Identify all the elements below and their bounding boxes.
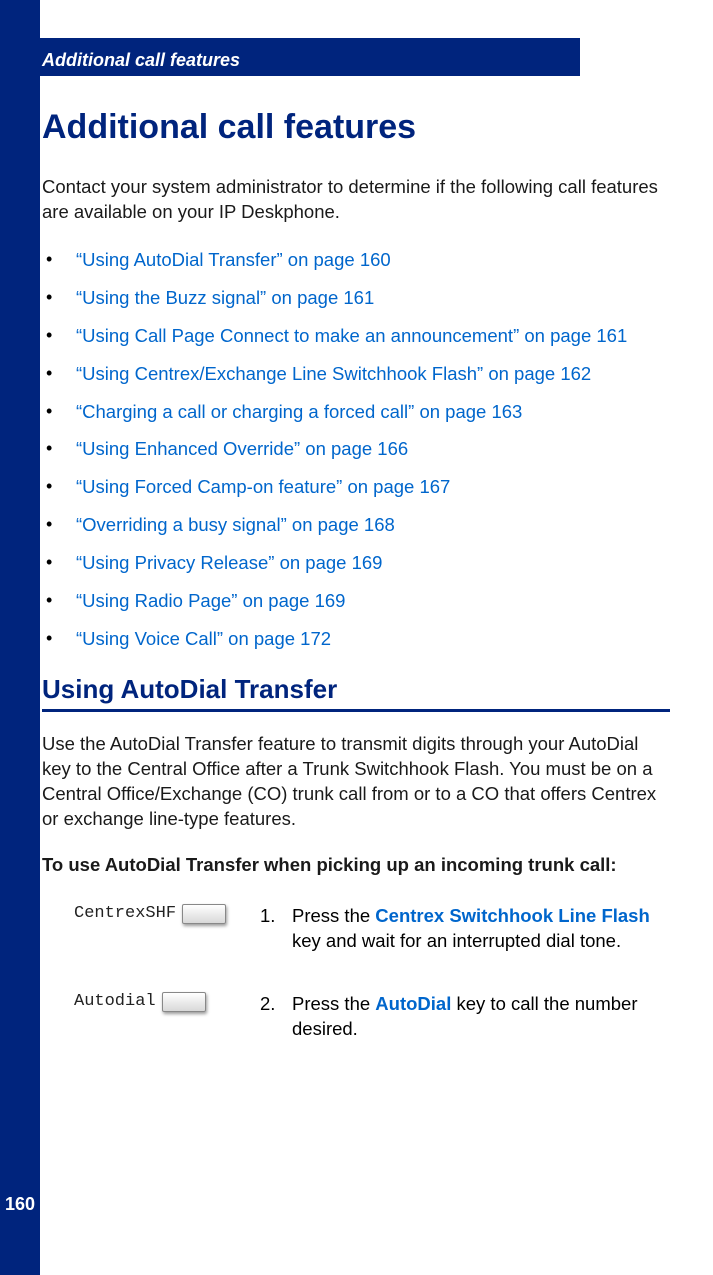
step-text-post: key and wait for an interrupted dial ton… bbox=[292, 930, 621, 951]
softkey-button-icon bbox=[162, 992, 206, 1012]
header-bar: Additional call features bbox=[0, 38, 580, 76]
softkey-label: CentrexSHF bbox=[74, 904, 176, 923]
step-emph: AutoDial bbox=[375, 993, 451, 1014]
list-item: “Using Privacy Release” on page 169 bbox=[42, 550, 670, 576]
step-emph: Centrex Switchhook Line Flash bbox=[375, 905, 649, 926]
page-content: Additional call features Contact your sy… bbox=[40, 88, 690, 1079]
step-row: CentrexSHF 1. Press the Centrex Switchho… bbox=[42, 904, 670, 954]
step-number: 2. bbox=[260, 992, 282, 1042]
section-body: Use the AutoDial Transfer feature to tra… bbox=[42, 732, 670, 832]
feature-link[interactable]: “Using Radio Page” on page 169 bbox=[76, 590, 345, 611]
list-item: “Using Call Page Connect to make an anno… bbox=[42, 323, 670, 349]
intro-paragraph: Contact your system administrator to det… bbox=[42, 175, 670, 225]
feature-link[interactable]: “Using the Buzz signal” on page 161 bbox=[76, 287, 374, 308]
step-row: Autodial 2. Press the AutoDial key to ca… bbox=[42, 992, 670, 1042]
list-item: “Overriding a busy signal” on page 168 bbox=[42, 512, 670, 538]
sidebar-stripe: 160 bbox=[0, 0, 40, 1275]
feature-link[interactable]: “Charging a call or charging a forced ca… bbox=[76, 401, 522, 422]
softkey-widget: Autodial bbox=[42, 992, 242, 1012]
list-item: “Using Forced Camp-on feature” on page 1… bbox=[42, 474, 670, 500]
feature-link[interactable]: “Using Call Page Connect to make an anno… bbox=[76, 325, 627, 346]
list-item: “Using AutoDial Transfer” on page 160 bbox=[42, 247, 670, 273]
list-item: “Using the Buzz signal” on page 161 bbox=[42, 285, 670, 311]
step-body: Press the AutoDial key to call the numbe… bbox=[292, 992, 670, 1042]
feature-link[interactable]: “Using Enhanced Override” on page 166 bbox=[76, 438, 408, 459]
feature-link[interactable]: “Using Centrex/Exchange Line Switchhook … bbox=[76, 363, 591, 384]
step-text: 1. Press the Centrex Switchhook Line Fla… bbox=[260, 904, 670, 954]
feature-link[interactable]: “Using Privacy Release” on page 169 bbox=[76, 552, 382, 573]
sub-instruction: To use AutoDial Transfer when picking up… bbox=[42, 854, 670, 876]
feature-link-list: “Using AutoDial Transfer” on page 160 “U… bbox=[42, 247, 670, 652]
feature-link[interactable]: “Using AutoDial Transfer” on page 160 bbox=[76, 249, 391, 270]
softkey-label: Autodial bbox=[74, 992, 156, 1011]
feature-link[interactable]: “Overriding a busy signal” on page 168 bbox=[76, 514, 395, 535]
feature-link[interactable]: “Using Voice Call” on page 172 bbox=[76, 628, 331, 649]
page-title: Additional call features bbox=[42, 108, 670, 147]
list-item: “Charging a call or charging a forced ca… bbox=[42, 399, 670, 425]
step-text-pre: Press the bbox=[292, 905, 375, 926]
step-text-pre: Press the bbox=[292, 993, 375, 1014]
softkey-button-icon bbox=[182, 904, 226, 924]
feature-link[interactable]: “Using Forced Camp-on feature” on page 1… bbox=[76, 476, 450, 497]
list-item: “Using Radio Page” on page 169 bbox=[42, 588, 670, 614]
section-title: Using AutoDial Transfer bbox=[42, 674, 670, 712]
list-item: “Using Enhanced Override” on page 166 bbox=[42, 436, 670, 462]
page-number: 160 bbox=[5, 1194, 35, 1215]
step-number: 1. bbox=[260, 904, 282, 954]
step-text: 2. Press the AutoDial key to call the nu… bbox=[260, 992, 670, 1042]
softkey-widget: CentrexSHF bbox=[42, 904, 242, 924]
list-item: “Using Centrex/Exchange Line Switchhook … bbox=[42, 361, 670, 387]
step-body: Press the Centrex Switchhook Line Flash … bbox=[292, 904, 670, 954]
list-item: “Using Voice Call” on page 172 bbox=[42, 626, 670, 652]
